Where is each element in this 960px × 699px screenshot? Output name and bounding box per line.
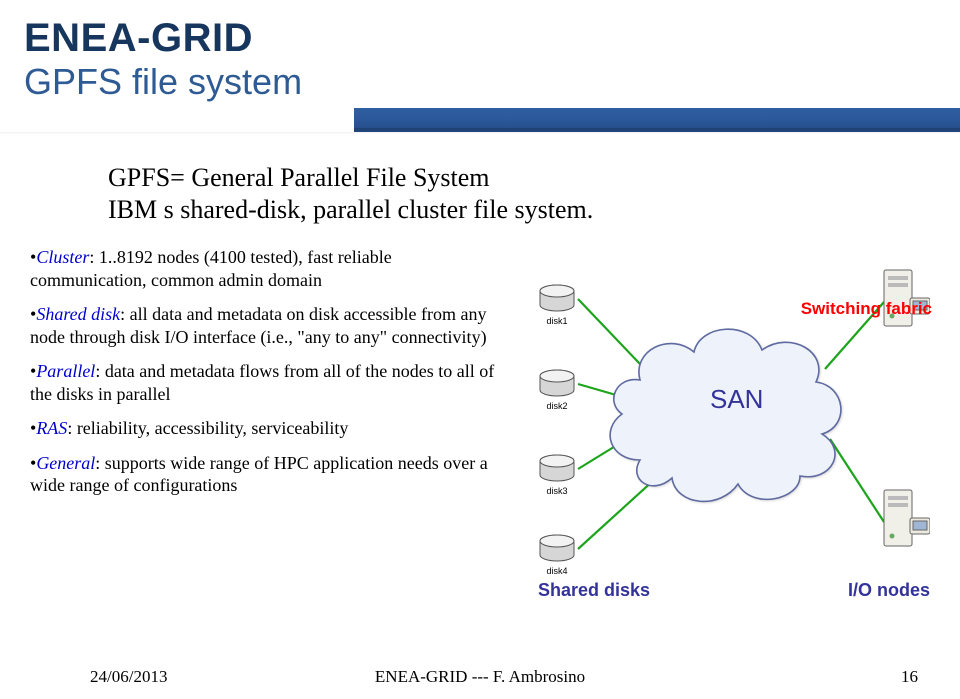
content-row: •Cluster: 1..8192 nodes (4100 tested), f… <box>30 246 932 651</box>
subtitle: GPFS file system <box>24 61 560 103</box>
switching-fabric-label: Switching fabric <box>801 299 932 319</box>
slide: ENEA-GRID GPFS file system GPFS= General… <box>0 0 960 699</box>
server-icon-2 <box>878 484 930 554</box>
intro-line-2: IBM s shared-disk, parallel cluster file… <box>108 194 828 226</box>
san-diagram: SAN disk1 disk2 disk3 disk4 <box>500 254 932 594</box>
disk-icon-1 <box>538 284 576 314</box>
disk-label-2: disk2 <box>534 401 580 411</box>
title-block: ENEA-GRID GPFS file system <box>0 0 560 135</box>
disk-icon-4 <box>538 534 576 564</box>
bullet-shared-disk: •Shared disk: all data and metadata on d… <box>30 303 502 348</box>
bullet-cluster: •Cluster: 1..8192 nodes (4100 tested), f… <box>30 246 502 291</box>
san-label: SAN <box>710 384 763 415</box>
bullet-general: •General: supports wide range of HPC app… <box>30 452 502 497</box>
disk-label-3: disk3 <box>534 486 580 496</box>
disk-icon-2 <box>538 369 576 399</box>
disk-label-4: disk4 <box>534 566 580 576</box>
intro-line-1: GPFS= General Parallel File System <box>108 162 828 194</box>
footer-center: ENEA-GRID --- F. Ambrosino <box>0 667 960 687</box>
bullet-list: •Cluster: 1..8192 nodes (4100 tested), f… <box>30 246 502 509</box>
title: ENEA-GRID <box>24 16 560 61</box>
shared-disks-label: Shared disks <box>538 580 650 601</box>
bullet-ras: •RAS: reliability, accessibility, servic… <box>30 417 502 440</box>
disk-label-1: disk1 <box>534 316 580 326</box>
disk-icon-3 <box>538 454 576 484</box>
footer-page: 16 <box>901 667 918 687</box>
bullet-parallel: •Parallel: data and metadata flows from … <box>30 360 502 405</box>
io-nodes-label: I/O nodes <box>848 580 930 601</box>
intro-text: GPFS= General Parallel File System IBM s… <box>108 162 828 225</box>
